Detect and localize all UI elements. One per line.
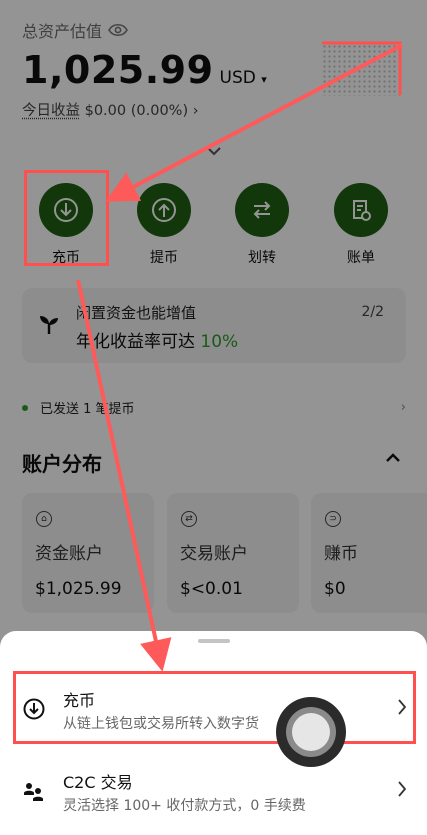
c2c-users-icon <box>24 783 43 801</box>
chevron-right-icon <box>398 781 407 797</box>
touch-indicator <box>276 697 346 767</box>
sheet-handle[interactable] <box>198 639 230 643</box>
annotation-box-deposit-action <box>24 170 109 266</box>
option-title: C2C 交易 <box>63 773 133 792</box>
c2c-option[interactable]: C2C 交易 灵活选择 100+ 收付款方式，0 手续费 <box>0 755 427 825</box>
option-subtitle: 灵活选择 100+ 收付款方式，0 手续费 <box>63 798 306 814</box>
annotation-box-deposit-option <box>13 671 416 744</box>
